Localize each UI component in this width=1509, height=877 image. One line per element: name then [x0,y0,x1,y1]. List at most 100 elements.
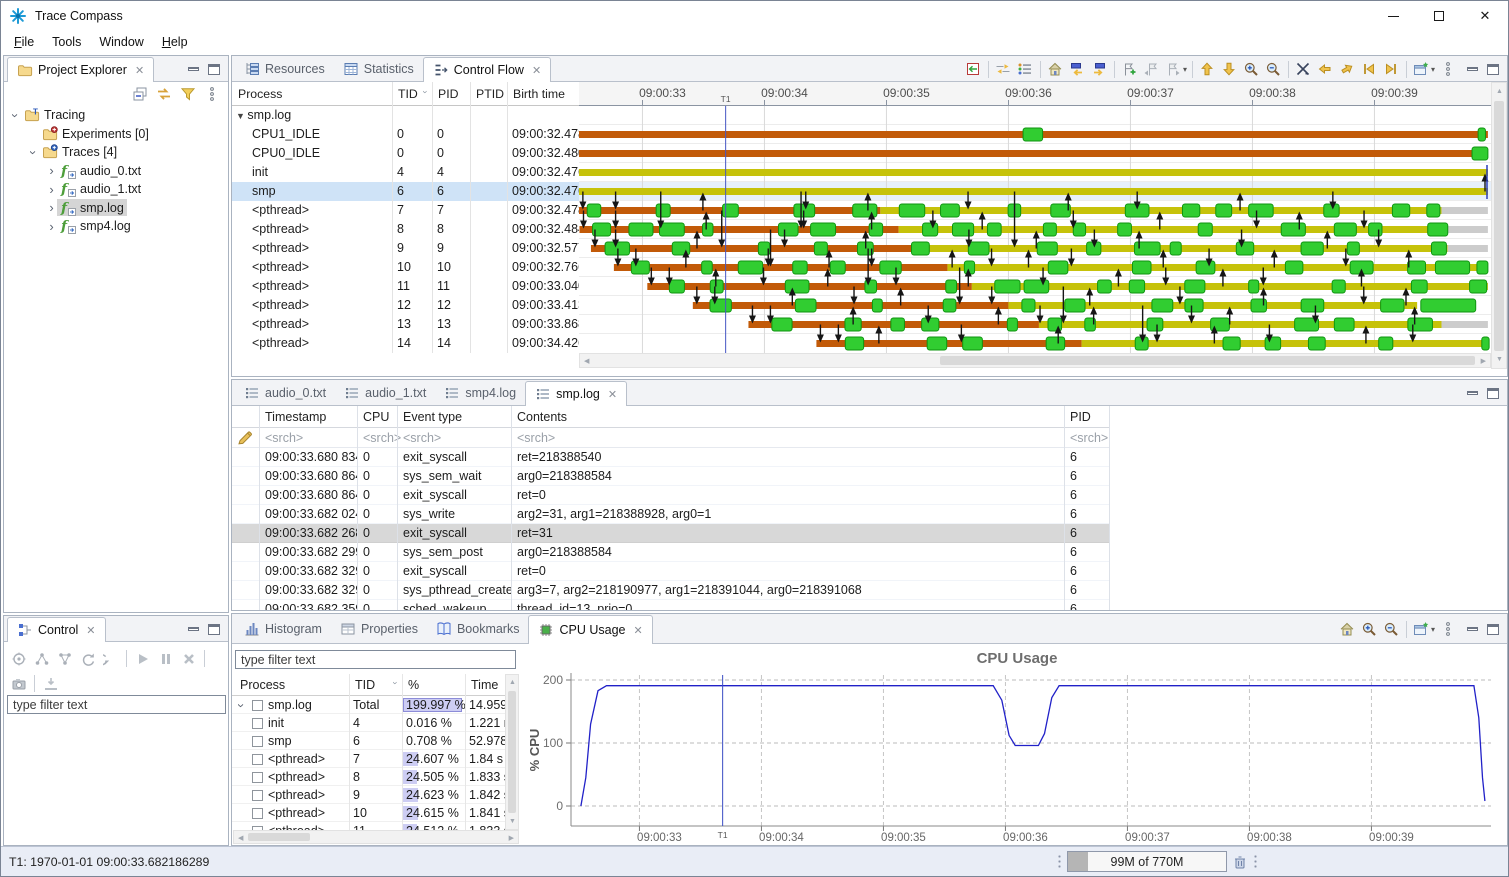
process-row-init-4[interactable]: init4409:00:32.4760 [232,163,579,182]
start-trace-icon[interactable] [132,648,153,669]
menu-item-tools[interactable]: Tools [43,33,90,51]
next-state-change-icon[interactable] [1089,59,1110,80]
drag-grip-icon[interactable] [1057,854,1062,870]
tab-audio-1[interactable]: audio_1.txt [335,380,435,405]
tab-audio-0[interactable]: audio_0.txt [235,380,335,405]
filter-icon[interactable] [177,84,198,105]
go-to-start-icon[interactable] [1359,59,1380,80]
tab-properties[interactable]: Properties [331,614,427,643]
control-filter-input[interactable] [7,695,226,714]
menu-item-file[interactable]: File [5,33,43,51]
window-minimize-button[interactable] [1370,1,1416,31]
checkbox[interactable] [252,700,263,711]
scroll-down-icon[interactable]: ▼ [1496,356,1503,363]
search-pencil-icon[interactable] [237,430,253,446]
previous-state-change-icon[interactable] [1067,59,1088,80]
view-menu-icon[interactable] [201,84,222,105]
zoom-in-icon[interactable] [1359,619,1380,640]
align-views-icon[interactable] [963,59,984,80]
search-field[interactable]: <srch> [397,428,511,448]
column-header-birth-time[interactable]: Birth time [507,82,579,106]
close-icon[interactable]: ✕ [633,624,642,637]
vertical-scrollbar[interactable]: ▲ ▼ [1491,82,1507,369]
tab-smp4-log[interactable]: smp4.log [435,380,525,405]
reset-zoom-icon[interactable] [1337,619,1358,640]
previous-marker-icon[interactable] [1141,59,1162,80]
tab-resources[interactable]: Resources [235,56,334,81]
connect-icon[interactable] [31,648,52,669]
scroll-left-icon[interactable]: ◀ [238,835,243,842]
timeline-axis[interactable]: 09:00:3309:00:3409:00:3509:00:3609:00:37… [579,82,1491,106]
process-row-pthread-10[interactable]: <pthread>101009:00:32.7662 [232,258,579,277]
column-header-timestamp[interactable]: Timestamp [259,406,357,428]
expander-icon[interactable]: › [28,147,39,158]
close-icon[interactable]: ✕ [532,64,541,77]
process-row-pthread-7[interactable]: <pthread>7709:00:32.4788 [232,201,579,220]
close-icon[interactable]: ✕ [135,64,144,77]
column-header-process[interactable]: Process [232,82,392,106]
new-view-icon[interactable] [1411,619,1432,640]
events-search-row[interactable]: <srch><srch><srch><srch><srch> [232,428,1109,448]
tab-smp-log[interactable]: smp.log ✕ [525,381,627,406]
column-header-process[interactable]: Process [234,674,349,696]
move-down-icon[interactable] [1219,59,1240,80]
search-field[interactable]: <srch> [259,428,357,448]
checkbox[interactable] [252,718,263,729]
checkbox[interactable] [252,790,263,801]
column-header-contents[interactable]: Contents [511,406,1064,428]
cpu-usage-chart[interactable]: 010020009:00:3309:00:3409:00:3509:00:360… [519,645,1507,845]
tab-histogram[interactable]: Histogram [235,614,331,643]
stop-trace-icon[interactable] [178,648,199,669]
process-row-pthread-14[interactable]: <pthread>141409:00:34.4262 [232,334,579,353]
scrollbar-thumb[interactable] [248,833,310,841]
expander-icon[interactable]: › [46,184,57,195]
tree-item-smp4-log[interactable]: ›fsmp4.log [4,217,228,236]
optimize-icon[interactable] [993,59,1014,80]
process-row-cpu1-idle-0[interactable]: CPU1_IDLE0009:00:32.4789 [232,125,579,144]
event-row[interactable]: 09:00:33.682 024 4330sys_writearg2=31, a… [232,505,1109,524]
event-row[interactable]: 09:00:33.682 329 6030exit_syscallret=06 [232,562,1109,581]
previous-event-icon[interactable] [1315,59,1336,80]
scrollbar-thumb[interactable] [940,356,1475,365]
horizontal-scrollbar[interactable]: ◀ ▶ [579,353,1491,368]
delete-connection-icon[interactable] [100,648,121,669]
event-row[interactable]: 09:00:33.682 359 6070sched_wakeupthread_… [232,600,1109,610]
column-header-[interactable]: % [402,674,465,696]
process-row-smp-6[interactable]: smp6609:00:32.4760 [232,182,579,201]
tab-project-explorer[interactable]: Project Explorer ✕ [7,57,154,82]
import-icon[interactable] [40,673,61,694]
column-header-pid[interactable]: PID [432,82,470,106]
column-header-event-type[interactable]: Event type [397,406,511,428]
window-close-button[interactable]: ✕ [1462,1,1508,31]
marker-dropdown-icon[interactable]: ▾ [1183,65,1187,74]
event-row[interactable]: 09:00:33.682 299 0860sys_sem_postarg0=21… [232,543,1109,562]
column-header-time[interactable]: Time [465,674,505,696]
snapshot-icon[interactable] [8,673,29,694]
horizontal-scrollbar[interactable]: ◀ ▶ [233,830,519,844]
event-row[interactable]: 09:00:33.680 864 7860sys_sem_waitarg0=21… [232,467,1109,486]
reset-zoom-icon[interactable] [1045,59,1066,80]
cancel-time-sync-icon[interactable] [1293,59,1314,80]
expander-icon[interactable]: ▼ [236,111,247,121]
minimize-view-icon[interactable] [188,67,199,71]
scroll-up-icon[interactable]: ▲ [1496,88,1503,95]
new-connection-icon[interactable] [8,648,29,669]
maximize-view-icon[interactable] [1487,388,1499,399]
expander-icon[interactable]: › [10,110,21,121]
checkbox[interactable] [252,736,263,747]
process-row-pthread-9[interactable]: <pthread>9909:00:32.5775 [232,239,579,258]
tab-control-flow[interactable]: Control Flow ✕ [423,57,551,82]
scrollbar-thumb[interactable] [508,691,516,813]
new-view-icon[interactable] [1411,59,1432,80]
add-bookmark-icon[interactable] [1119,59,1140,80]
minimize-view-icon[interactable] [1467,627,1478,631]
link-with-editor-icon[interactable] [153,84,174,105]
window-maximize-button[interactable] [1416,1,1462,31]
tab-bookmarks[interactable]: Bookmarks [427,614,529,643]
column-header-pid[interactable]: PID [1064,406,1109,428]
minimize-view-icon[interactable] [188,627,199,631]
menu-item-help[interactable]: Help [153,33,197,51]
next-event-icon[interactable] [1337,59,1358,80]
expander-icon[interactable]: › [46,165,57,176]
garbage-collect-icon[interactable] [1232,854,1248,870]
